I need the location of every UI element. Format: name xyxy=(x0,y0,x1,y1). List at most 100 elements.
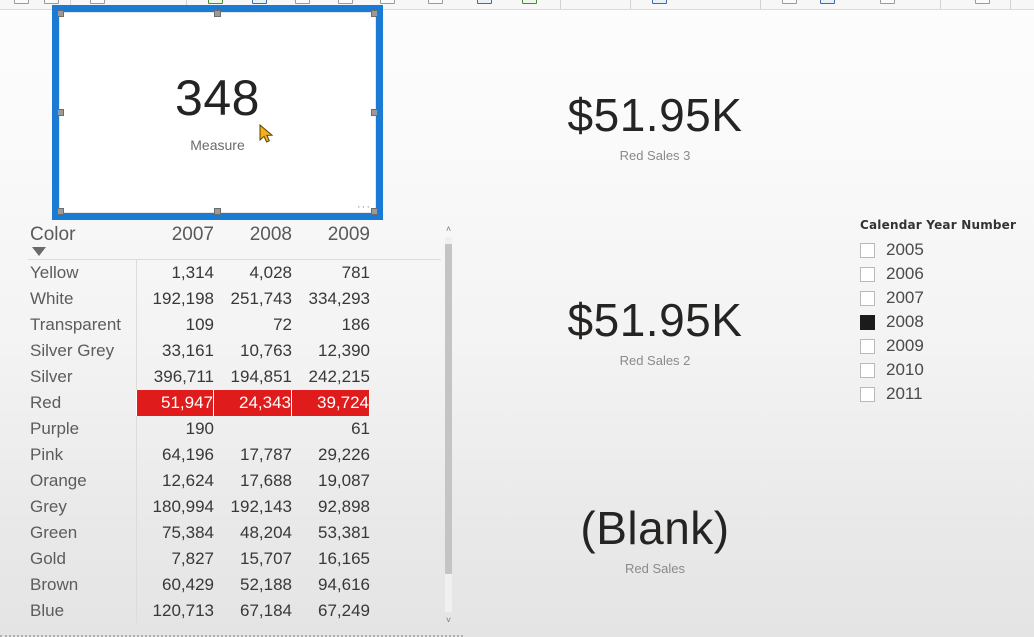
cell-2008: 17,787 xyxy=(240,445,292,464)
table-row[interactable]: Yellow 1,314 4,028 781 xyxy=(0,260,463,286)
new-visual-icon[interactable] xyxy=(522,0,537,4)
checkbox-unchecked-icon[interactable] xyxy=(860,362,875,378)
card-value: 348 xyxy=(175,69,260,126)
cell-2009: 186 xyxy=(341,315,370,334)
resize-handle-top-right[interactable] xyxy=(371,10,378,17)
ribbon-separator-5 xyxy=(940,0,941,9)
checkbox-unchecked-icon[interactable] xyxy=(860,290,875,306)
cell-2007: 120,713 xyxy=(152,601,214,620)
excel-icon[interactable] xyxy=(208,0,223,4)
cell-2009: 39,724 xyxy=(292,390,370,416)
publish-icon[interactable] xyxy=(975,0,990,4)
resize-handle-top-center[interactable] xyxy=(213,10,221,17)
quick-measure-icon[interactable] xyxy=(880,0,895,4)
card-value: $51.95K xyxy=(567,89,743,141)
transform-data-icon[interactable] xyxy=(428,0,443,4)
table-body: Yellow 1,314 4,028 781 White 192,198 251,743 33… xyxy=(0,260,463,624)
resize-handle-middle-right[interactable] xyxy=(371,108,378,116)
get-data-icon[interactable] xyxy=(90,0,105,4)
slicer-item-list: 2005 2006 2007 2008 2009 2010 2011 xyxy=(860,238,1020,406)
text-box-icon[interactable] xyxy=(652,0,667,4)
dataverse-icon[interactable] xyxy=(338,0,353,4)
resize-handle-middle-left[interactable] xyxy=(57,108,64,116)
new-measure-icon[interactable] xyxy=(820,0,835,4)
sort-descending-icon[interactable] xyxy=(32,247,46,256)
table-scrollbar[interactable]: ˄ ˅ xyxy=(441,222,456,627)
card-visual-red-sales[interactable]: (Blank) Red Sales xyxy=(515,505,795,576)
column-divider xyxy=(136,286,137,312)
cell-color: Silver xyxy=(30,367,73,386)
cell-color: White xyxy=(30,289,74,308)
cell-2009: 19,087 xyxy=(318,471,370,490)
card-label: Red Sales 3 xyxy=(619,148,691,163)
scroll-down-icon[interactable]: ˅ xyxy=(441,613,456,627)
table-row[interactable]: Brown 60,429 52,188 94,616 xyxy=(0,572,463,598)
checkbox-unchecked-icon[interactable] xyxy=(860,386,875,402)
resize-handle-bottom-left[interactable] xyxy=(57,208,64,215)
column-divider xyxy=(136,390,137,416)
table-row[interactable]: Grey 180,994 192,143 92,898 xyxy=(0,494,463,520)
scrollbar-thumb[interactable] xyxy=(445,244,452,574)
cell-2007: 51,947 xyxy=(136,390,214,416)
cell-2009: 61 xyxy=(351,419,370,438)
slicer-item-2008[interactable]: 2008 xyxy=(860,310,1020,334)
cell-2007: 60,429 xyxy=(162,575,214,594)
resize-handle-bottom-center[interactable] xyxy=(213,208,221,215)
table-row[interactable]: Blue 120,713 67,184 67,249 xyxy=(0,598,463,624)
column-header-2008[interactable]: 2008 xyxy=(214,220,292,246)
table-header-row: Color 2007 2008 2009 xyxy=(0,220,463,260)
card-visual-red-sales-3[interactable]: $51.95K Red Sales 3 xyxy=(515,92,795,163)
slicer-item-label: 2011 xyxy=(886,384,923,403)
paste-icon[interactable] xyxy=(14,0,29,4)
cell-2009: 781 xyxy=(341,263,370,282)
column-divider xyxy=(136,572,137,598)
cell-2007: 12,624 xyxy=(162,471,214,490)
table-row[interactable]: Pink 64,196 17,787 29,226 xyxy=(0,442,463,468)
selected-card-visual[interactable]: 348 Measure ··· xyxy=(52,5,383,220)
slicer-item-2009[interactable]: 2009 xyxy=(860,334,1020,358)
cell-2008: 4,028 xyxy=(249,263,292,282)
visual-more-options-icon[interactable]: ··· xyxy=(357,202,371,213)
scroll-up-icon[interactable]: ˄ xyxy=(441,222,456,236)
sql-server-icon[interactable] xyxy=(252,0,267,4)
checkbox-unchecked-icon[interactable] xyxy=(860,266,875,282)
cell-2007: 64,196 xyxy=(162,445,214,464)
table-row[interactable]: White 192,198 251,743 334,293 xyxy=(0,286,463,312)
recent-sources-icon[interactable] xyxy=(380,0,395,4)
enter-data-icon[interactable] xyxy=(295,0,310,4)
slicer-item-2007[interactable]: 2007 xyxy=(860,286,1020,310)
cell-2008: 72 xyxy=(273,315,292,334)
cell-2007: 396,711 xyxy=(153,367,214,386)
column-header-color[interactable]: Color xyxy=(30,220,136,256)
table-row[interactable]: Orange 12,624 17,688 19,087 xyxy=(0,468,463,494)
more-visuals-icon[interactable] xyxy=(782,0,797,4)
cell-2007: 75,384 xyxy=(162,523,214,542)
card-visual-red-sales-2[interactable]: $51.95K Red Sales 2 xyxy=(515,297,795,368)
table-row[interactable]: Purple 190 61 xyxy=(0,416,463,442)
resize-handle-top-left[interactable] xyxy=(57,10,64,17)
cell-2008: 17,688 xyxy=(240,471,292,490)
table-row[interactable]: Silver 396,711 194,851 242,215 xyxy=(0,364,463,390)
format-painter-icon[interactable] xyxy=(44,0,59,4)
cell-2008: 194,851 xyxy=(230,367,292,386)
column-header-2007[interactable]: 2007 xyxy=(136,220,214,246)
table-visual[interactable]: Color 2007 2008 2009 Yellow 1,314 4,028 781… xyxy=(0,220,463,637)
table-row[interactable]: Green 75,384 48,204 53,381 xyxy=(0,520,463,546)
slicer-item-2010[interactable]: 2010 xyxy=(860,358,1020,382)
slicer-calendar-year-number[interactable]: Calendar Year Number 2005 2006 2007 2008 200… xyxy=(860,218,1020,406)
table-row[interactable]: Red 51,947 24,343 39,724 xyxy=(0,390,463,416)
resize-handle-bottom-right[interactable] xyxy=(371,208,378,215)
table-row[interactable]: Transparent 109 72 186 xyxy=(0,312,463,338)
slicer-item-2006[interactable]: 2006 xyxy=(860,262,1020,286)
checkbox-checked-icon[interactable] xyxy=(860,314,875,330)
slicer-item-2005[interactable]: 2005 xyxy=(860,238,1020,262)
card-visual-container[interactable]: 348 Measure ··· xyxy=(57,10,378,215)
column-header-2009[interactable]: 2009 xyxy=(292,220,370,246)
table-row[interactable]: Gold 7,827 15,707 16,165 xyxy=(0,546,463,572)
refresh-icon[interactable] xyxy=(477,0,492,4)
cell-2008: 10,763 xyxy=(240,341,292,360)
checkbox-unchecked-icon[interactable] xyxy=(860,338,875,354)
table-row[interactable]: Silver Grey 33,161 10,763 12,390 xyxy=(0,338,463,364)
checkbox-unchecked-icon[interactable] xyxy=(860,242,875,258)
slicer-item-2011[interactable]: 2011 xyxy=(860,382,1020,406)
